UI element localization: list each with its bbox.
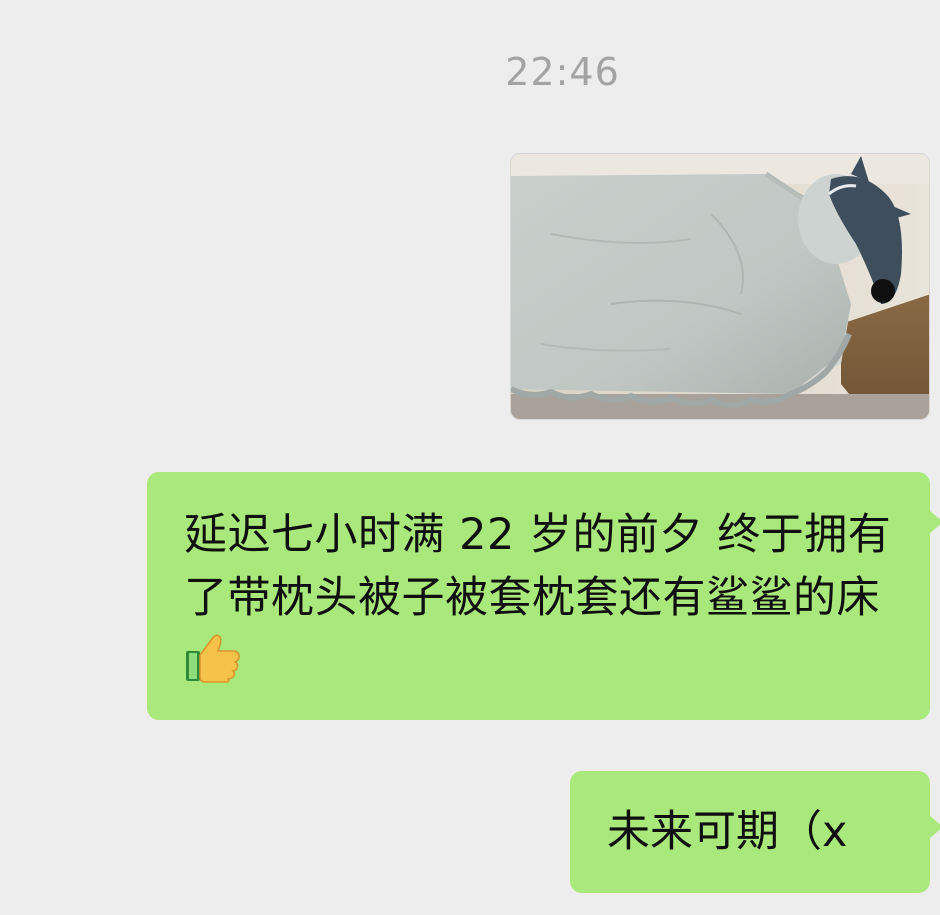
thumbs-up-icon bbox=[184, 631, 242, 683]
message-text: 未来可期（x bbox=[607, 807, 848, 857]
bed-photo bbox=[511, 154, 929, 419]
text-message-bubble[interactable]: 延迟七小时满 22 岁的前夕 终于拥有了带枕头被子被套枕套还有鲨鲨的床 bbox=[147, 472, 940, 720]
message-timestamp: 22:46 bbox=[505, 50, 620, 94]
message-text: 延迟七小时满 22 岁的前夕 终于拥有了带枕头被子被套枕套还有鲨鲨的床 bbox=[184, 510, 892, 623]
text-message-bubble[interactable]: 未来可期（x bbox=[570, 771, 940, 893]
image-message[interactable] bbox=[510, 153, 930, 420]
chat-window: 22:46 延迟七小时满 22 岁的前夕 终于拥有了带枕头被子被套枕套还有鲨鲨的… bbox=[0, 0, 940, 915]
